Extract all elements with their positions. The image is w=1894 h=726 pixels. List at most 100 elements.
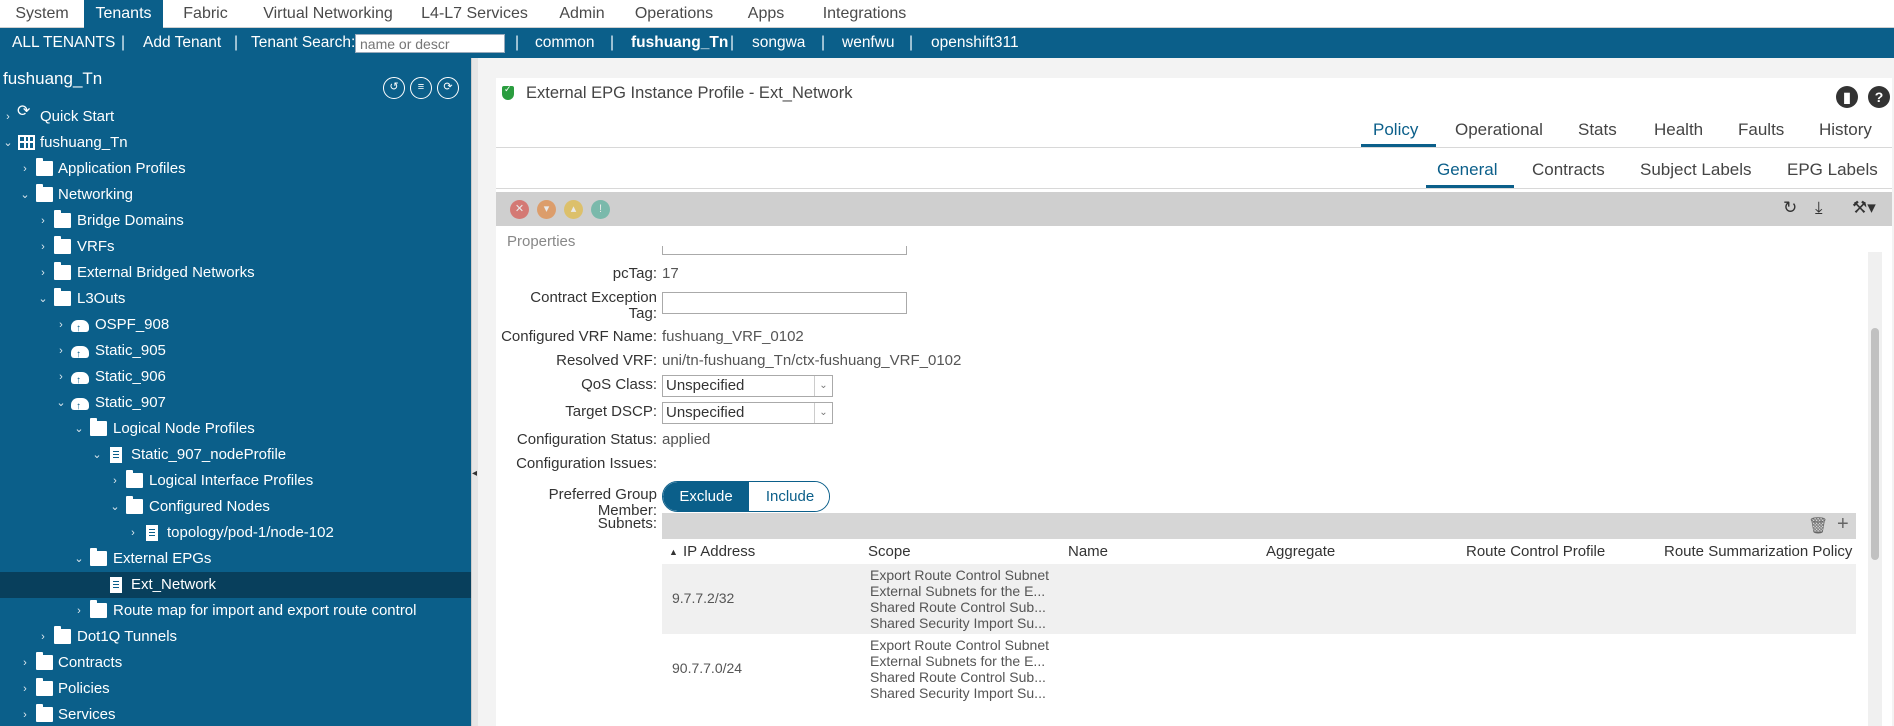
collapse-arrow-icon[interactable]: ◂	[472, 468, 477, 479]
column-name[interactable]: Name	[1068, 539, 1108, 565]
tree-item-tenant[interactable]: ⌄ fushuang_Tn	[0, 130, 471, 156]
exclude-option[interactable]: Exclude	[663, 482, 749, 511]
tab-history[interactable]: History	[1819, 120, 1872, 140]
tab-operational[interactable]: Operational	[1455, 120, 1543, 140]
include-option[interactable]: Include	[749, 482, 829, 511]
menu-admin[interactable]: Admin	[541, 0, 623, 28]
menu-l4-l7-services[interactable]: L4-L7 Services	[408, 0, 541, 28]
chevron-right-icon[interactable]: ›	[55, 312, 67, 338]
tree-item-l3outs[interactable]: ⌄ L3Outs	[0, 286, 471, 312]
tenant-link-common[interactable]: common	[535, 28, 594, 58]
tenant-link-songwa[interactable]: songwa	[752, 28, 805, 58]
download-icon[interactable]: ⤓	[1815, 198, 1823, 218]
tree-item-application-profiles[interactable]: › Application Profiles	[0, 156, 471, 182]
chevron-down-icon[interactable]: ⌄	[814, 403, 832, 423]
tree-item-node-profile[interactable]: ⌄ Static_907_nodeProfile	[0, 442, 471, 468]
target-dscp-select[interactable]: Unspecified ⌄	[662, 402, 833, 424]
column-ip-address[interactable]: IP Address	[683, 539, 755, 565]
help-icon[interactable]: ?	[1868, 86, 1890, 108]
tab-health[interactable]: Health	[1654, 120, 1703, 140]
tab-stats[interactable]: Stats	[1578, 120, 1617, 140]
tree-item-logical-node-profiles[interactable]: ⌄ Logical Node Profiles	[0, 416, 471, 442]
critical-fault-icon[interactable]: ✕	[510, 200, 529, 219]
trash-icon[interactable]: 🗑	[1808, 516, 1828, 536]
subtab-subject-labels[interactable]: Subject Labels	[1640, 160, 1752, 180]
menu-system[interactable]: System	[0, 0, 84, 28]
contract-exception-tag-input[interactable]	[662, 292, 907, 314]
menu-tenants[interactable]: Tenants	[84, 0, 163, 28]
tree-item-ospf-908[interactable]: › OSPF_908	[0, 312, 471, 342]
chevron-down-icon[interactable]: ⌄	[91, 442, 103, 468]
tree-item-external-epgs[interactable]: ⌄ External EPGs	[0, 546, 471, 572]
tree-item-node-102[interactable]: › topology/pod-1/node-102	[0, 520, 471, 546]
tree-item-quick-start[interactable]: › ⟳ Quick Start	[0, 103, 471, 130]
tree-item-contracts[interactable]: › Contracts	[0, 650, 471, 676]
chevron-right-icon[interactable]: ›	[109, 468, 121, 494]
chevron-right-icon[interactable]: ›	[19, 156, 31, 182]
tree-item-logical-interface-profiles[interactable]: › Logical Interface Profiles	[0, 468, 471, 494]
tenant-link-openshift311[interactable]: openshift311	[931, 28, 1019, 58]
chevron-right-icon[interactable]: ›	[37, 624, 49, 650]
chevron-down-icon[interactable]: ⌄	[73, 416, 85, 442]
chevron-down-icon[interactable]: ⌄	[55, 390, 67, 416]
tree-item-static-907[interactable]: ⌄ Static_907	[0, 390, 471, 420]
tab-policy[interactable]: Policy	[1373, 120, 1418, 140]
tree-item-services[interactable]: › Services	[0, 702, 471, 726]
chevron-right-icon[interactable]: ›	[19, 650, 31, 676]
tree-item-networking[interactable]: ⌄ Networking	[0, 182, 471, 208]
vertical-scrollbar[interactable]	[1868, 252, 1882, 726]
column-route-summarization-policy[interactable]: Route Summarization Policy	[1664, 539, 1852, 565]
menu-integrations[interactable]: Integrations	[807, 0, 922, 28]
tenant-search-input[interactable]	[355, 34, 505, 53]
menu-operations[interactable]: Operations	[623, 0, 725, 28]
menu-virtual-networking[interactable]: Virtual Networking	[248, 0, 408, 28]
chevron-right-icon[interactable]: ›	[55, 338, 67, 364]
column-scope[interactable]: Scope	[868, 539, 911, 565]
tree-item-vrfs[interactable]: › VRFs	[0, 234, 471, 260]
panel-splitter[interactable]: ◂	[471, 58, 478, 726]
chevron-right-icon[interactable]: ›	[37, 260, 49, 286]
column-aggregate[interactable]: Aggregate	[1266, 539, 1335, 565]
chevron-down-icon[interactable]: ⌄	[2, 130, 14, 156]
chevron-right-icon[interactable]: ›	[2, 104, 14, 130]
tree-item-static-905[interactable]: › Static_905	[0, 338, 471, 368]
scrollbar-thumb[interactable]	[1871, 328, 1879, 560]
chevron-down-icon[interactable]: ⌄	[73, 546, 85, 572]
chevron-down-icon[interactable]: ⌄	[109, 494, 121, 520]
subtab-general[interactable]: General	[1437, 160, 1497, 180]
chevron-down-icon[interactable]: ⌄	[37, 286, 49, 312]
warning-fault-icon[interactable]: !	[591, 200, 610, 219]
chevron-right-icon[interactable]: ›	[127, 520, 139, 546]
tools-icon[interactable]: ⚒▾	[1852, 198, 1876, 218]
all-tenants-link[interactable]: ALL TENANTS	[12, 28, 115, 58]
refresh-icon[interactable]: ↻	[1783, 198, 1797, 218]
add-tenant-link[interactable]: Add Tenant	[143, 28, 221, 58]
tree-item-dot1q-tunnels[interactable]: › Dot1Q Tunnels	[0, 624, 471, 650]
tree-item-route-map[interactable]: › Route map for import and export route …	[0, 598, 471, 624]
tree-item-policies[interactable]: › Policies	[0, 676, 471, 702]
subtab-epg-labels[interactable]: EPG Labels	[1787, 160, 1878, 180]
tenant-link-wenfwu[interactable]: wenfwu	[842, 28, 895, 58]
table-row[interactable]: 90.7.7.0/24 Export Route Control Subnet …	[662, 634, 1856, 704]
chevron-down-icon[interactable]: ⌄	[814, 376, 832, 396]
minor-fault-icon[interactable]: ▴	[564, 200, 583, 219]
qos-class-select[interactable]: Unspecified ⌄	[662, 375, 833, 397]
chevron-right-icon[interactable]: ›	[19, 702, 31, 726]
name-field-cutoff[interactable]	[662, 246, 907, 255]
subtab-contracts[interactable]: Contracts	[1532, 160, 1605, 180]
menu-apps[interactable]: Apps	[725, 0, 807, 28]
history-tool-icon[interactable]: ↺	[383, 77, 405, 99]
tree-item-static-906[interactable]: › Static_906	[0, 364, 471, 394]
list-tool-icon[interactable]: ≡	[410, 77, 432, 99]
tree-item-external-bridged-networks[interactable]: › External Bridged Networks	[0, 260, 471, 286]
tree-item-ext-network[interactable]: Ext_Network	[0, 572, 471, 598]
chevron-right-icon[interactable]: ›	[73, 598, 85, 624]
tree-item-bridge-domains[interactable]: › Bridge Domains	[0, 208, 471, 234]
chevron-right-icon[interactable]: ›	[37, 208, 49, 234]
tree-item-configured-nodes[interactable]: ⌄ Configured Nodes	[0, 494, 471, 520]
chevron-down-icon[interactable]: ⌄	[19, 182, 31, 208]
add-icon[interactable]: +	[1837, 513, 1849, 536]
menu-fabric[interactable]: Fabric	[163, 0, 248, 28]
chevron-right-icon[interactable]: ›	[19, 676, 31, 702]
major-fault-icon[interactable]: ▾	[537, 200, 556, 219]
